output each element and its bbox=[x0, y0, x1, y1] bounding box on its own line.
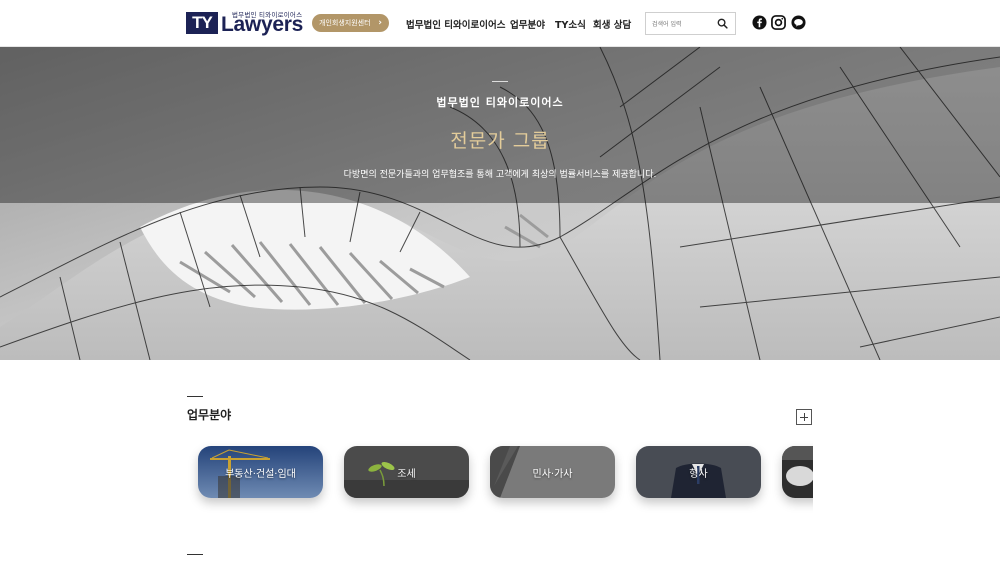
rehab-center-label: 개인회생지원센터 bbox=[319, 19, 371, 27]
practice-section-title: 업무분야 bbox=[187, 408, 232, 422]
hero-divider bbox=[492, 81, 508, 82]
nav-item-consult[interactable]: 회생 상담 bbox=[593, 17, 631, 31]
logo-name: Lawyers bbox=[221, 13, 303, 36]
site-header: TY 법무법인 티와이로이어스 Lawyers 개인회생지원센터 › 법무법인 … bbox=[0, 0, 1000, 47]
kakaotalk-icon[interactable] bbox=[791, 15, 806, 30]
practice-card-real-estate[interactable]: 부동산·건설·임대 bbox=[198, 446, 323, 498]
search-input[interactable] bbox=[652, 17, 714, 31]
plus-icon[interactable] bbox=[796, 409, 812, 425]
practice-card-label: 형사 bbox=[689, 468, 708, 480]
search-box bbox=[645, 12, 736, 35]
nav-item-practice[interactable]: 업무분야 bbox=[510, 17, 545, 31]
instagram-icon[interactable] bbox=[771, 15, 786, 30]
practice-card-slider: 부동산·건설·임대 조세 민사·가사 형사 bbox=[180, 430, 813, 520]
hero-description: 다방면의 전문가들과의 업무협조를 통해 고객에게 최상의 법률서비스를 제공합… bbox=[343, 170, 657, 180]
chevron-right-icon: › bbox=[378, 18, 382, 28]
hero-banner: 법무법인 티와이로이어스 전문가 그룹 다방면의 전문가들과의 업무협조를 통해… bbox=[0, 47, 1000, 360]
site-logo[interactable]: TY 법무법인 티와이로이어스 Lawyers bbox=[186, 9, 303, 37]
hero-kicker: 법무법인 티와이로이어스 bbox=[436, 96, 564, 109]
section-divider-next bbox=[187, 554, 203, 555]
practice-card-label: 민사·가사 bbox=[532, 468, 573, 480]
practice-card-partial[interactable] bbox=[782, 446, 813, 498]
search-icon[interactable] bbox=[717, 18, 728, 29]
hero-title: 전문가 그룹 bbox=[450, 130, 550, 152]
nav-item-news[interactable]: TY소식 bbox=[555, 17, 586, 31]
section-divider bbox=[187, 396, 203, 397]
practice-card-criminal[interactable]: 형사 bbox=[636, 446, 761, 498]
facebook-icon[interactable] bbox=[752, 15, 767, 30]
rehab-center-button[interactable]: 개인회생지원센터 › bbox=[312, 14, 389, 32]
practice-card-label: 조세 bbox=[397, 468, 416, 480]
logo-mark: TY bbox=[186, 12, 218, 34]
practice-card-civil-family[interactable]: 민사·가사 bbox=[490, 446, 615, 498]
practice-card-tax[interactable]: 조세 bbox=[344, 446, 469, 498]
practice-card-label bbox=[782, 446, 813, 498]
nav-item-firm[interactable]: 법무법인 티와이로이어스 bbox=[406, 17, 505, 31]
practice-card-label: 부동산·건설·임대 bbox=[225, 468, 296, 480]
